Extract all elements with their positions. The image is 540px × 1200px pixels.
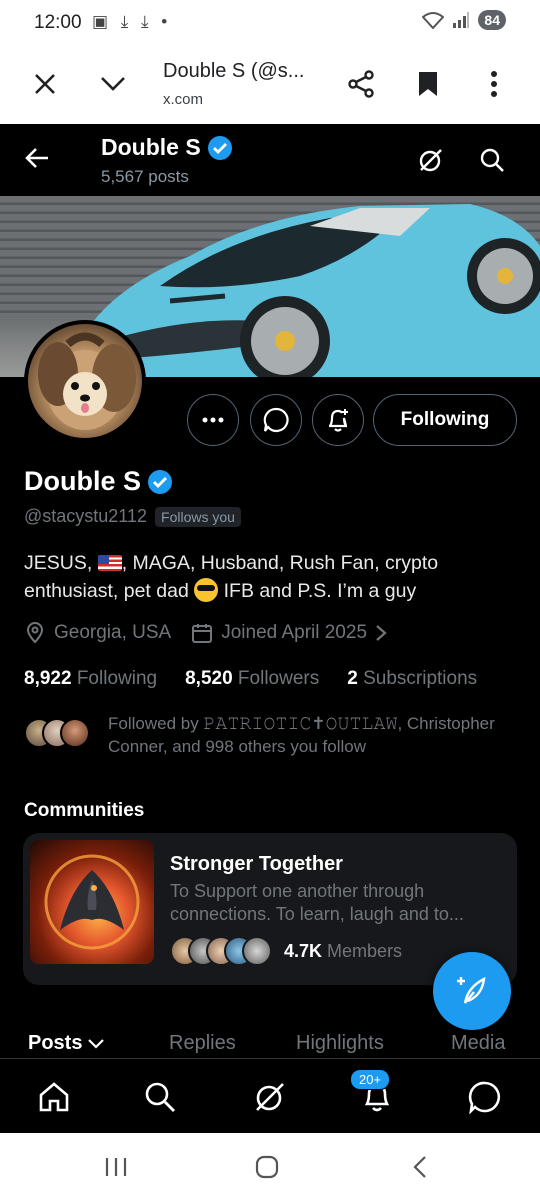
home-icon: [39, 1082, 69, 1112]
verified-badge-icon: [207, 135, 232, 160]
subscriptions-stat[interactable]: 2 Subscriptions: [347, 668, 477, 690]
status-bar: 12:00 ▣ ⤓ ⤓ • 84: [0, 0, 540, 44]
system-navigation-bar: [0, 1133, 540, 1200]
grok-icon: [419, 149, 442, 172]
more-options-button[interactable]: [474, 64, 514, 104]
wifi-icon: [422, 12, 445, 29]
grok-icon: [256, 1083, 284, 1111]
avatar: [60, 718, 90, 748]
tab-highlights[interactable]: Highlights: [296, 1032, 384, 1055]
profile-avatar[interactable]: [24, 320, 146, 442]
more-horizontal-icon: [202, 417, 224, 423]
following-button[interactable]: Following: [373, 394, 517, 446]
tab-posts[interactable]: Posts: [28, 1032, 105, 1055]
message-button[interactable]: [250, 394, 302, 446]
notification-icons: ▣ ⤓ ⤓ •: [92, 12, 172, 31]
profile-display-name: Double S: [24, 466, 142, 496]
share-icon: [348, 70, 374, 98]
home-circle-icon: [255, 1155, 279, 1179]
community-name: Stronger Together: [170, 853, 343, 875]
browser-toolbar: Double S (@s... x.com: [0, 44, 540, 124]
dog-photo: [38, 332, 136, 430]
profile-tabs: Posts Replies Highlights Media: [0, 1026, 540, 1060]
status-time: 12:00: [34, 12, 82, 33]
more-actions-button[interactable]: [187, 394, 239, 446]
profile-location: Georgia, USA: [54, 622, 172, 643]
chevron-right-icon: [376, 625, 387, 641]
header-name: Double S: [101, 134, 201, 160]
chevron-down-icon: [88, 1038, 105, 1049]
followed-by-avatars: [24, 718, 94, 750]
back-arrow-icon: [25, 148, 48, 168]
back-system-button[interactable]: [400, 1149, 440, 1185]
recent-apps-icon: [105, 1158, 127, 1176]
profile-meta: Georgia, USA Joined April 2025: [24, 622, 407, 644]
community-description: To Support one another through connectio…: [170, 881, 464, 924]
member-count: 4.7K: [284, 940, 323, 961]
message-icon: [468, 1081, 501, 1114]
back-button[interactable]: [18, 138, 58, 178]
page-title[interactable]: Double S (@s...: [163, 60, 304, 83]
profile-handle: @stacystu2112: [24, 506, 148, 526]
back-chevron-icon: [413, 1156, 426, 1178]
bookmark-button[interactable]: [408, 64, 448, 104]
location-icon: [26, 622, 44, 644]
calendar-icon: [192, 624, 213, 643]
message-icon: [263, 407, 289, 433]
battery-indicator: 84: [478, 10, 506, 30]
verified-badge-icon: [148, 469, 173, 494]
community-members: 4.7K Members: [170, 936, 402, 966]
compose-post-button[interactable]: [433, 952, 511, 1030]
sunglasses-emoji: [194, 578, 219, 602]
nav-messages[interactable]: [465, 1077, 505, 1117]
avatar: [242, 936, 272, 966]
post-count: 5,567 posts: [101, 167, 189, 186]
nav-home[interactable]: [34, 1077, 74, 1117]
search-button[interactable]: [472, 140, 512, 180]
chevron-down-icon: [101, 77, 125, 91]
search-icon: [145, 1082, 175, 1112]
follows-you-badge: Follows you: [155, 506, 241, 527]
community-image: [30, 840, 154, 964]
page-url[interactable]: x.com: [163, 91, 203, 108]
share-button[interactable]: [341, 64, 381, 104]
bell-plus-icon: [329, 409, 348, 432]
profile-stats: 8,922 Following 8,520 Followers 2 Subscr…: [24, 668, 477, 690]
collapse-button[interactable]: [93, 64, 133, 104]
profile-bio: JESUS, , MAGA, Husband, Rush Fan, crypto…: [24, 552, 439, 602]
tab-replies[interactable]: Replies: [169, 1032, 236, 1055]
grok-button[interactable]: [411, 140, 451, 180]
member-avatars: [170, 936, 274, 966]
nav-grok[interactable]: [250, 1077, 290, 1117]
close-icon: [35, 74, 55, 94]
nav-search[interactable]: [140, 1077, 180, 1117]
more-vertical-icon: [491, 71, 497, 97]
recent-apps-button[interactable]: [96, 1149, 136, 1185]
bottom-navigation: 20+: [0, 1059, 540, 1133]
community-card[interactable]: Stronger Together To Support one another…: [23, 833, 517, 985]
followed-by-text: Followed by 𝙿𝙰𝚃𝚁𝙸𝙾𝚃𝙸𝙲✝𝙾𝚄𝚃𝙻𝙰𝚆, Christophe…: [108, 714, 495, 756]
search-icon: [480, 148, 504, 172]
tab-media[interactable]: Media: [451, 1032, 505, 1055]
notify-button[interactable]: [312, 394, 364, 446]
following-stat[interactable]: 8,922 Following: [24, 668, 157, 690]
notifications-badge: 20+: [350, 1069, 391, 1090]
phoenix-image: [44, 854, 140, 950]
close-tab-button[interactable]: [25, 64, 65, 104]
home-system-button[interactable]: [247, 1149, 287, 1185]
communities-heading: Communities: [24, 800, 145, 821]
profile-joined: Joined April 2025: [221, 622, 368, 643]
followers-stat[interactable]: 8,520 Followers: [185, 668, 319, 690]
joined-date-link[interactable]: Joined April 2025: [191, 622, 387, 644]
bookmark-icon: [419, 72, 437, 96]
signal-icon: [453, 12, 470, 28]
profile-header-bar: Double S 5,567 posts: [0, 124, 540, 196]
compose-feather-icon: [457, 976, 486, 1004]
us-flag-emoji: [97, 555, 122, 571]
